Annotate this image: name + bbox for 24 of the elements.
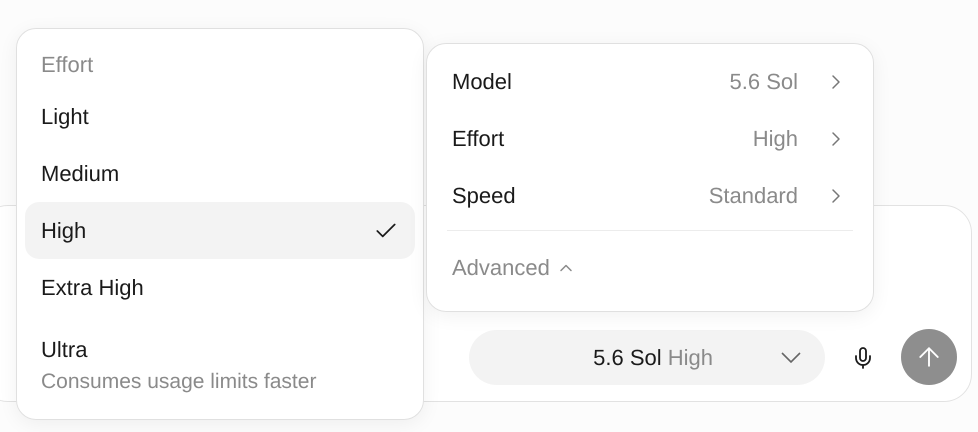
row-label: Speed: [452, 182, 516, 210]
effort-option[interactable]: Ultra Consumes usage limits faster: [25, 316, 415, 396]
option-note: Consumes usage limits faster: [41, 369, 316, 395]
row-label: Effort: [452, 125, 504, 153]
chevron-down-icon: [781, 352, 801, 363]
option-label: Light: [41, 102, 89, 130]
model-label: 5.6 Sol High: [593, 344, 713, 372]
option-label: High: [41, 216, 86, 244]
model-picker[interactable]: 5.6 Sol High: [469, 330, 825, 385]
settings-row[interactable]: Model 5.6 Sol: [447, 53, 853, 110]
row-label: Model: [452, 68, 512, 96]
effort-option[interactable]: Light: [25, 88, 415, 145]
option-label: Ultra: [41, 336, 88, 364]
row-value: Standard: [708, 182, 798, 210]
row-value: 5.6 Sol: [730, 68, 798, 96]
settings-row[interactable]: Speed Standard: [447, 167, 853, 224]
effort-option[interactable]: Extra High: [25, 259, 415, 316]
option-label: Medium: [41, 160, 120, 188]
option-label: Extra High: [41, 274, 144, 302]
effort-option[interactable]: High: [25, 202, 415, 259]
effort-option[interactable]: Medium: [25, 145, 415, 202]
row-value: High: [752, 125, 798, 153]
menu-heading: Effort: [40, 51, 94, 79]
settings-row[interactable]: Effort High: [447, 110, 853, 167]
